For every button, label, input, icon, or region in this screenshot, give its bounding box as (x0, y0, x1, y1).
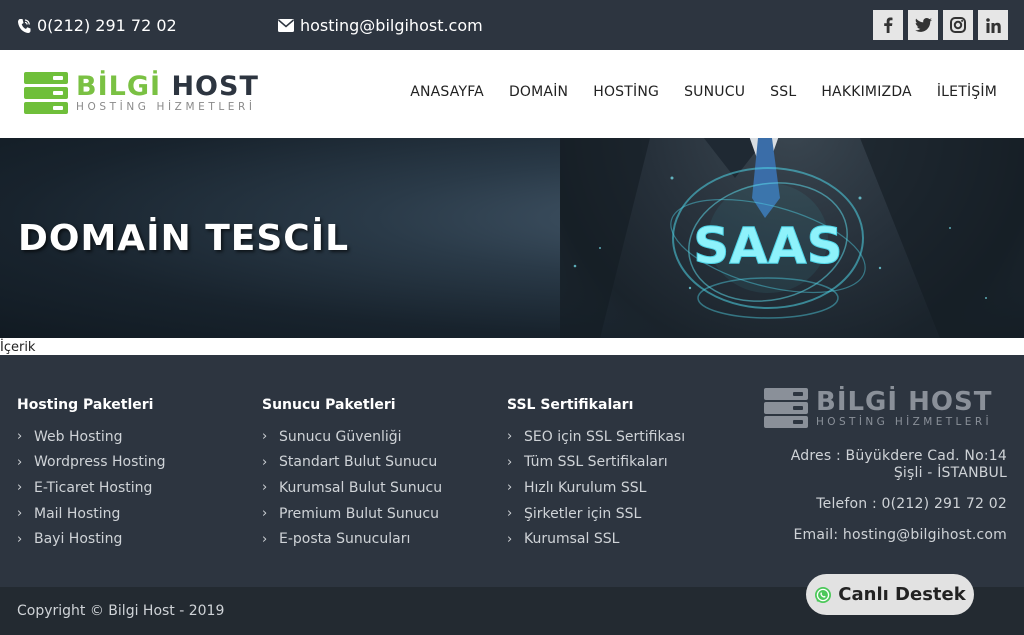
twitter-button[interactable] (908, 10, 938, 40)
instagram-icon (950, 17, 966, 33)
nav-domain[interactable]: DOMAİN (509, 84, 568, 100)
chevron-right-icon: › (507, 429, 513, 445)
phone-icon (18, 18, 31, 33)
chevron-right-icon: › (262, 531, 268, 547)
chevron-right-icon: › (262, 429, 268, 445)
top-phone[interactable]: 0(212) 291 72 02 (17, 16, 177, 35)
live-support-label: Canlı Destek (838, 584, 966, 605)
footer-logo-brand: BİLGİ HOST (816, 387, 993, 417)
footer-link[interactable]: › Sunucu Güvenliği (262, 424, 442, 450)
chevron-right-icon: › (17, 531, 23, 547)
footer-email[interactable]: Email: hosting@bilgihost.com (794, 527, 1008, 543)
footer-col-title: Hosting Paketleri (17, 397, 154, 413)
footer-link[interactable]: › Standart Bulut Sunucu (262, 450, 442, 476)
nav-hakkimizda[interactable]: HAKKIMIZDA (821, 84, 912, 100)
footer-col-ssl: SSL Sertifikaları › SEO için SSL Sertifik… (507, 397, 685, 552)
nav-ssl[interactable]: SSL (770, 84, 796, 100)
footer-address-line2: Şişli - İSTANBUL (893, 465, 1007, 481)
content-label: İçerik (0, 340, 36, 355)
page-title: DOMAİN TESCİL (18, 218, 350, 259)
footer-link[interactable]: › Tüm SSL Sertifikaları (507, 450, 685, 476)
svg-text:SAAS: SAAS (693, 217, 842, 275)
copyright-text: Copyright © Bilgi Host - 2019 (17, 603, 225, 619)
chevron-right-icon: › (17, 480, 23, 496)
footer-link[interactable]: › Bayi Hosting (17, 526, 166, 552)
footer-link[interactable]: › Mail Hosting (17, 501, 166, 527)
footer-link[interactable]: › Web Hosting (17, 424, 166, 450)
footer-link[interactable]: › Kurumsal Bulut Sunucu (262, 475, 442, 501)
footer-logo-tagline: HOSTİNG HİZMETLERİ (816, 416, 993, 428)
hero-banner: SAAS DOMAİN TESCİL (0, 138, 1024, 338)
linkedin-icon (985, 17, 1001, 33)
site-logo[interactable]: BİLGİ HOST HOSTİNG HİZMETLERİ (24, 72, 259, 114)
nav-hosting[interactable]: HOSTİNG (593, 84, 659, 100)
server-stack-icon (764, 388, 808, 428)
chevron-right-icon: › (507, 454, 513, 470)
footer-col-sunucu: Sunucu Paketleri › Sunucu Güvenliği › Stan… (262, 397, 442, 552)
footer-col-hosting: Hosting Paketleri › Web Hosting › Wordpres… (17, 397, 166, 552)
top-phone-text: 0(212) 291 72 02 (37, 16, 177, 35)
instagram-button[interactable] (943, 10, 973, 40)
nav-sunucu[interactable]: SUNUCU (684, 84, 745, 100)
linkedin-button[interactable] (978, 10, 1008, 40)
envelope-icon (278, 19, 294, 32)
chevron-right-icon: › (507, 506, 513, 522)
chevron-right-icon: › (17, 429, 23, 445)
social-links (873, 10, 1008, 40)
chevron-right-icon: › (17, 506, 23, 522)
nav-iletisim[interactable]: İLETİŞİM (937, 84, 997, 100)
site-header: BİLGİ HOST HOSTİNG HİZMETLERİ ANASAYFA D… (0, 50, 1024, 138)
top-email-text: hosting@bilgihost.com (300, 16, 483, 35)
footer-link[interactable]: › Wordpress Hosting (17, 450, 166, 476)
footer-col-title: Sunucu Paketleri (262, 397, 396, 413)
footer-link[interactable]: › Şirketler için SSL (507, 501, 685, 527)
footer-link[interactable]: › SEO için SSL Sertifikası (507, 424, 685, 450)
server-stack-icon (24, 72, 68, 114)
chevron-right-icon: › (262, 506, 268, 522)
chevron-right-icon: › (507, 480, 513, 496)
footer-link[interactable]: › E-Ticaret Hosting (17, 475, 166, 501)
facebook-icon (884, 17, 893, 33)
main-nav: ANASAYFA DOMAİN HOSTİNG SUNUCU SSL HAKKI… (385, 84, 997, 100)
live-support-button[interactable]: Canlı Destek (806, 574, 974, 615)
footer-phone[interactable]: Telefon : 0(212) 291 72 02 (816, 496, 1007, 512)
whatsapp-icon (815, 586, 832, 603)
top-email[interactable]: hosting@bilgihost.com (278, 16, 483, 35)
site-footer: Hosting Paketleri › Web Hosting › Wordpres… (0, 355, 1024, 587)
footer-link[interactable]: › E-posta Sunucuları (262, 526, 442, 552)
chevron-right-icon: › (262, 454, 268, 470)
chevron-right-icon: › (17, 454, 23, 470)
footer-link[interactable]: › Kurumsal SSL (507, 526, 685, 552)
footer-address-line1: Adres : Büyükdere Cad. No:14 (790, 448, 1007, 464)
nav-anasayfa[interactable]: ANASAYFA (410, 84, 484, 100)
facebook-button[interactable] (873, 10, 903, 40)
footer-link[interactable]: › Premium Bulut Sunucu (262, 501, 442, 527)
chevron-right-icon: › (262, 480, 268, 496)
twitter-icon (914, 18, 932, 32)
logo-brand: BİLGİ HOST (76, 71, 259, 102)
logo-tagline: HOSTİNG HİZMETLERİ (76, 101, 256, 113)
footer-col-title: SSL Sertifikaları (507, 397, 634, 413)
footer-link[interactable]: › Hızlı Kurulum SSL (507, 475, 685, 501)
top-bar: 0(212) 291 72 02 hosting@bilgihost.com (0, 0, 1024, 50)
footer-logo[interactable]: BİLGİ HOST HOSTİNG HİZMETLERİ (764, 388, 992, 428)
chevron-right-icon: › (507, 531, 513, 547)
